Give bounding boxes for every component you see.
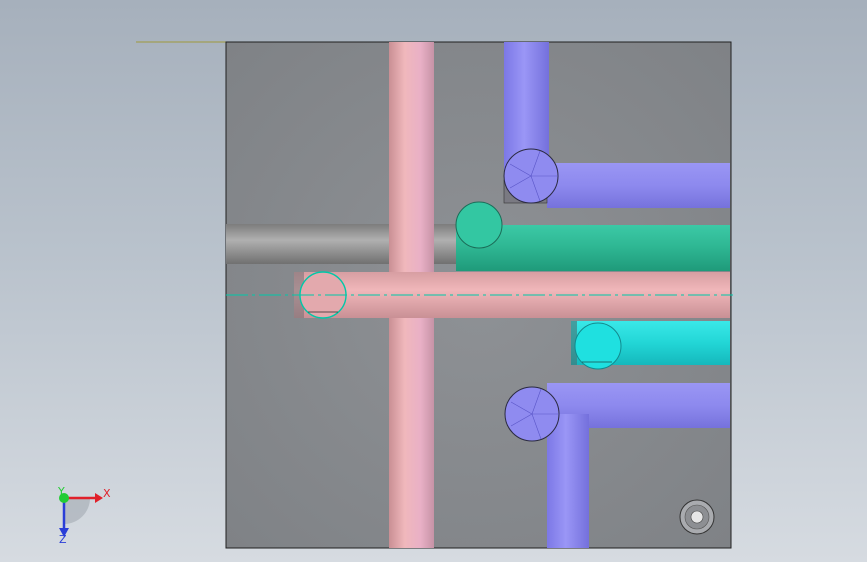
cad-viewport[interactable]: X Y Z bbox=[0, 0, 867, 562]
mounting-hole-inner bbox=[690, 510, 704, 524]
reference-triad: X Y Z bbox=[57, 485, 111, 546]
blue-top-horizontal-pipe[interactable] bbox=[547, 163, 730, 208]
triad-z-label: Z bbox=[59, 533, 67, 546]
green-pipe-end[interactable] bbox=[455, 201, 503, 249]
triad-x-label: X bbox=[103, 487, 111, 500]
triad-y-label: Y bbox=[57, 485, 65, 498]
blue-bottom-vertical-pipe[interactable] bbox=[547, 414, 589, 548]
triad-shadow bbox=[64, 498, 90, 524]
triad-x-arrow-icon bbox=[95, 493, 103, 503]
